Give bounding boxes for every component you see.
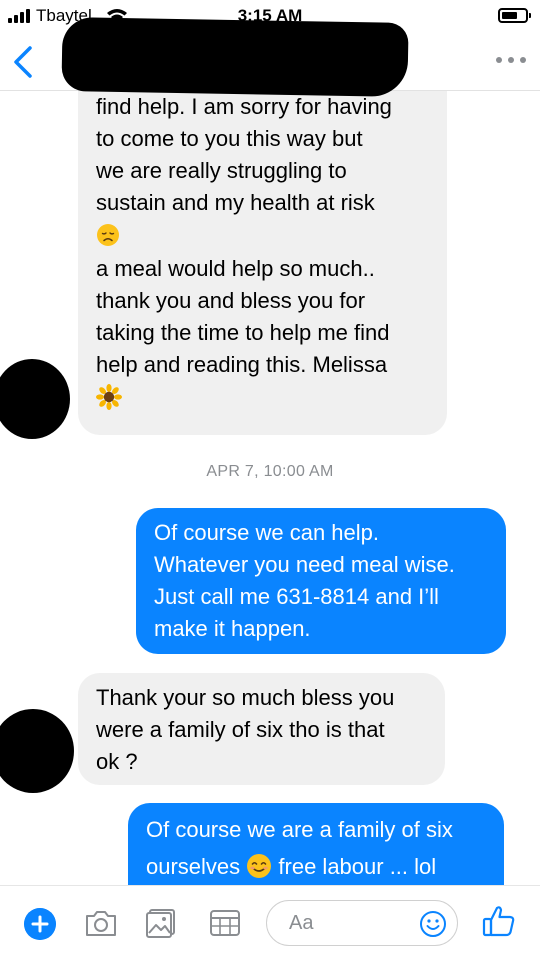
- more-dots-icon[interactable]: [496, 48, 526, 72]
- message-line: Whatever you need meal wise.: [154, 552, 455, 577]
- redacted-avatar: [0, 359, 70, 439]
- message-input[interactable]: Aa: [266, 900, 458, 946]
- outgoing-message[interactable]: Of course we can help. Whatever you need…: [136, 508, 506, 654]
- incoming-message[interactable]: Thank your so much bless you were a fami…: [78, 673, 445, 785]
- plus-icon[interactable]: [24, 908, 56, 940]
- battery-icon: [498, 8, 531, 23]
- emoji-icon[interactable]: [419, 910, 447, 938]
- gif-icon[interactable]: [208, 906, 242, 940]
- message-line: sustain and my health at risk: [96, 190, 375, 215]
- conversation-header: [0, 16, 540, 98]
- message-line: thank you and bless you for: [96, 288, 366, 313]
- message-timestamp: APR 7, 10:00 AM: [206, 463, 334, 480]
- composer-bar: Aa: [0, 885, 540, 961]
- message-line: ourselves: [146, 854, 241, 879]
- message-line: a meal would help so much..: [96, 256, 375, 281]
- incoming-message[interactable]: find help. I am sorry for having to come…: [78, 91, 447, 435]
- thumbs-up-icon[interactable]: [480, 902, 518, 940]
- message-line: we are really struggling to: [96, 158, 347, 183]
- outgoing-message[interactable]: Of course we are a family of six ourselv…: [128, 803, 504, 885]
- chevron-left-icon[interactable]: [8, 42, 42, 82]
- message-line: help and reading this. Melissa: [96, 352, 388, 377]
- message-line: free labour ... lol: [278, 854, 437, 879]
- message-line: were a family of six tho is that: [96, 717, 385, 742]
- smiling-face-emoji: [247, 854, 272, 878]
- sunflower-emoji: [96, 384, 122, 410]
- message-line: Of course we can help.: [154, 520, 380, 545]
- message-line: taking the time to help me find: [96, 320, 390, 345]
- message-line: Just call me 631-8814 and I’ll: [154, 584, 439, 609]
- message-line: find help. I am sorry for having: [96, 94, 392, 119]
- message-line: Thank your so much bless you: [96, 685, 395, 710]
- disappointed-face-emoji: [97, 224, 119, 246]
- message-line: Of course we are a family of six: [146, 817, 453, 842]
- message-thread[interactable]: find help. I am sorry for having to come…: [0, 91, 540, 885]
- camera-icon[interactable]: [84, 906, 118, 940]
- message-line: ok ?: [96, 749, 138, 774]
- message-line: to come to you this way but: [96, 126, 363, 151]
- message-input-placeholder: Aa: [289, 912, 314, 934]
- photo-icon[interactable]: [144, 906, 178, 940]
- redacted-avatar: [0, 709, 74, 793]
- message-line: make it happen.: [154, 616, 311, 641]
- redacted-contact-name[interactable]: [61, 16, 409, 98]
